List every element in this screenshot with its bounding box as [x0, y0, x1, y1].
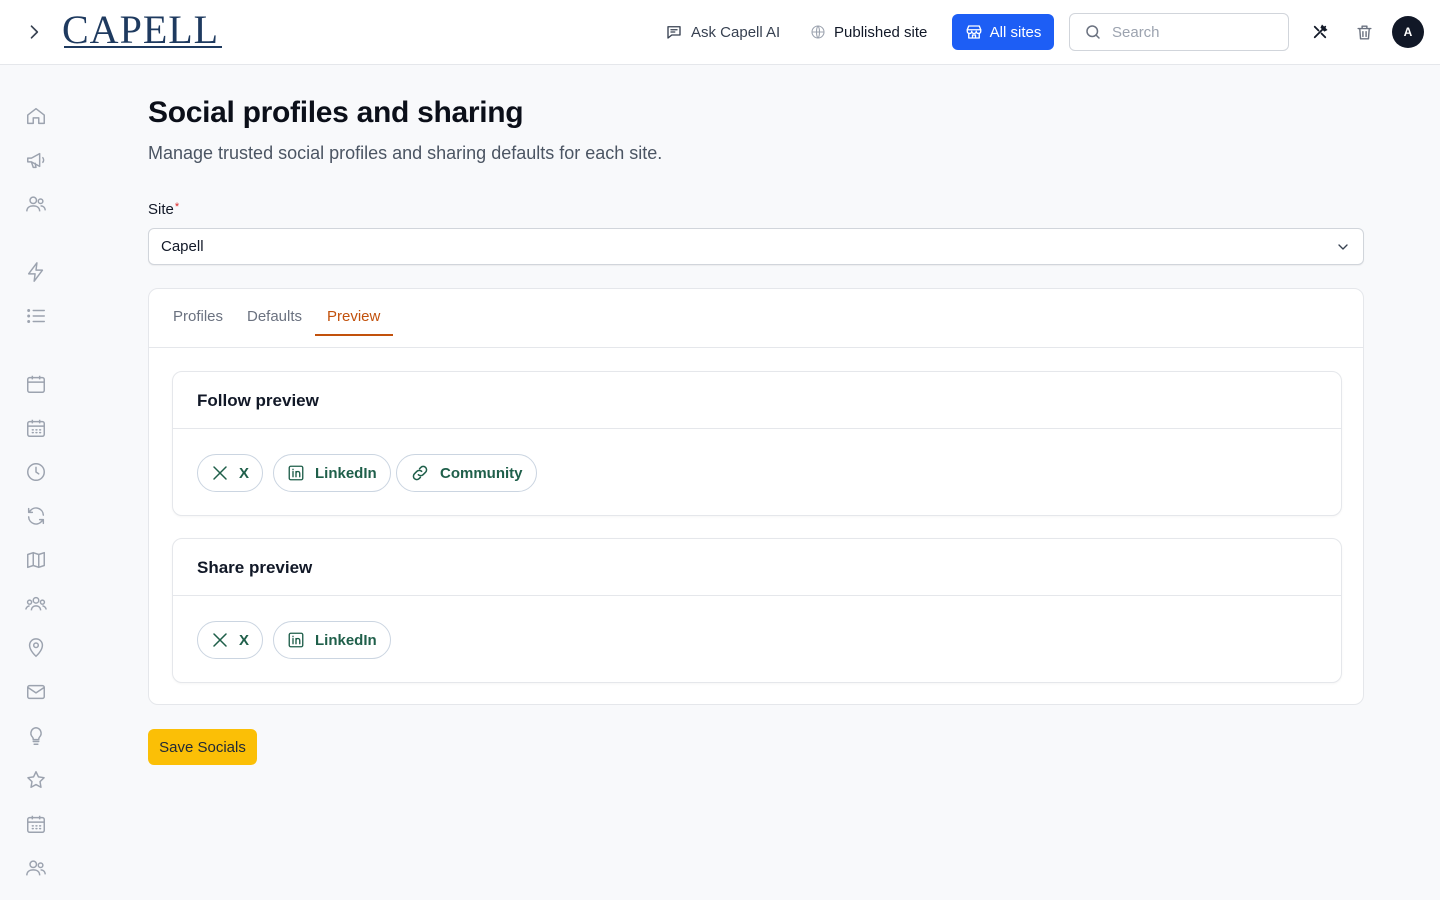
- all-sites-label: All sites: [989, 23, 1042, 41]
- users-icon: [26, 196, 46, 212]
- megaphone-icon: [27, 152, 45, 169]
- share-preview-card: Share preview X LinkedIn: [172, 538, 1342, 683]
- sidebar-item-events[interactable]: [24, 812, 48, 836]
- all-sites-button[interactable]: All sites: [952, 14, 1054, 50]
- tools-icon: [1313, 24, 1328, 39]
- sidebar-item-home[interactable]: [24, 104, 48, 128]
- site-select[interactable]: Capell: [148, 228, 1364, 265]
- trash-icon: [1356, 24, 1372, 40]
- published-site-link[interactable]: Published site: [810, 18, 927, 46]
- sidebar-item-ideas[interactable]: [24, 724, 48, 748]
- share-preview-header: Share preview: [173, 539, 1341, 596]
- sidebar-item-users[interactable]: [24, 192, 48, 216]
- top-header: CAPELL Ask Capell AI Published site All …: [0, 0, 1440, 65]
- sidebar-item-favorites[interactable]: [24, 768, 48, 792]
- follow-chip-linkedin[interactable]: LinkedIn: [273, 454, 391, 492]
- required-marker: *: [174, 201, 180, 213]
- page-title: Social profiles and sharing: [148, 96, 524, 129]
- search-icon: [1086, 25, 1100, 39]
- sidebar-item-locations[interactable]: [24, 636, 48, 660]
- follow-chip-community-label: Community: [440, 464, 523, 482]
- published-site-label: Published site: [834, 23, 928, 41]
- sidebar-item-map[interactable]: [24, 548, 48, 572]
- ask-ai-label: Ask Capell AI: [691, 23, 781, 41]
- sidebar-item-calendar[interactable]: [24, 372, 48, 396]
- save-socials-button[interactable]: Save Socials: [148, 729, 257, 765]
- refresh-icon: [27, 507, 45, 525]
- tab-defaults[interactable]: Defaults: [247, 308, 302, 325]
- list-icon: [27, 309, 45, 323]
- tab-profiles[interactable]: Profiles: [173, 308, 223, 325]
- search-box[interactable]: [1069, 13, 1289, 51]
- calendar-icon: [27, 375, 45, 393]
- sidebar-item-members[interactable]: [24, 856, 48, 880]
- calendar-grid-icon: [27, 815, 45, 833]
- ask-ai-link[interactable]: Ask Capell AI: [665, 18, 780, 46]
- follow-chip-x[interactable]: X: [197, 454, 264, 492]
- sidebar-item-automations[interactable]: [24, 260, 48, 284]
- clock-icon: [27, 463, 45, 481]
- linkedin-icon: [288, 465, 304, 481]
- globe-icon: [811, 25, 825, 39]
- users-icon: [26, 860, 46, 876]
- link-icon: [412, 465, 428, 481]
- mail-icon: [27, 684, 45, 700]
- lightbulb-icon: [30, 727, 42, 745]
- user-avatar[interactable]: A: [1392, 16, 1424, 48]
- linkedin-icon: [288, 632, 304, 648]
- page-subtitle: Manage trusted social profiles and shari…: [148, 143, 663, 163]
- lightning-icon: [27, 262, 44, 282]
- tab-bar: Profiles Defaults Preview: [149, 289, 1363, 348]
- team-icon: [25, 596, 47, 611]
- location-pin-icon: [28, 638, 44, 658]
- star-icon: [27, 771, 45, 788]
- follow-chip-x-label: X: [239, 464, 250, 482]
- social-settings-card: Profiles Defaults Preview Follow preview…: [148, 288, 1364, 705]
- sidebar-item-campaigns[interactable]: [24, 148, 48, 172]
- home-icon: [27, 107, 45, 125]
- follow-preview-card: Follow preview X LinkedIn Community: [172, 371, 1342, 516]
- logo-underline: [64, 46, 222, 48]
- map-icon: [27, 551, 45, 569]
- chat-icon: [667, 26, 681, 39]
- store-icon: [966, 25, 982, 39]
- calendar-grid-icon: [27, 419, 45, 437]
- tools-button[interactable]: [1309, 21, 1331, 43]
- follow-chip-community[interactable]: Community: [396, 454, 537, 492]
- sidebar-item-mail[interactable]: [24, 680, 48, 704]
- share-chip-linkedin[interactable]: LinkedIn: [273, 621, 391, 659]
- site-select-value: Capell: [161, 238, 204, 255]
- site-label-text: Site: [148, 201, 174, 218]
- sidebar-item-history[interactable]: [24, 460, 48, 484]
- share-chip-linkedin-label: LinkedIn: [315, 631, 377, 649]
- chevron-right-icon: [30, 25, 39, 39]
- search-input[interactable]: [1112, 23, 1272, 41]
- share-chip-x[interactable]: X: [197, 621, 264, 659]
- chevron-down-icon: [1338, 244, 1348, 250]
- sidebar-toggle-button[interactable]: [22, 20, 46, 44]
- sidebar-item-teams[interactable]: [24, 592, 48, 616]
- tab-preview[interactable]: Preview: [327, 308, 380, 325]
- follow-preview-title: Follow preview: [197, 391, 319, 410]
- active-tab-indicator: [315, 334, 393, 336]
- x-icon: [213, 633, 227, 647]
- share-preview-title: Share preview: [197, 558, 313, 577]
- sidebar-item-sync[interactable]: [24, 504, 48, 528]
- follow-preview-header: Follow preview: [173, 372, 1341, 429]
- x-icon: [213, 466, 227, 480]
- sidebar-item-schedule[interactable]: [24, 416, 48, 440]
- site-field-label: Site*: [148, 201, 179, 218]
- sidebar-nav: [0, 65, 72, 900]
- follow-chip-linkedin-label: LinkedIn: [315, 464, 377, 482]
- sidebar-item-lists[interactable]: [24, 304, 48, 328]
- share-chip-x-label: X: [239, 631, 250, 649]
- trash-button[interactable]: [1353, 21, 1375, 43]
